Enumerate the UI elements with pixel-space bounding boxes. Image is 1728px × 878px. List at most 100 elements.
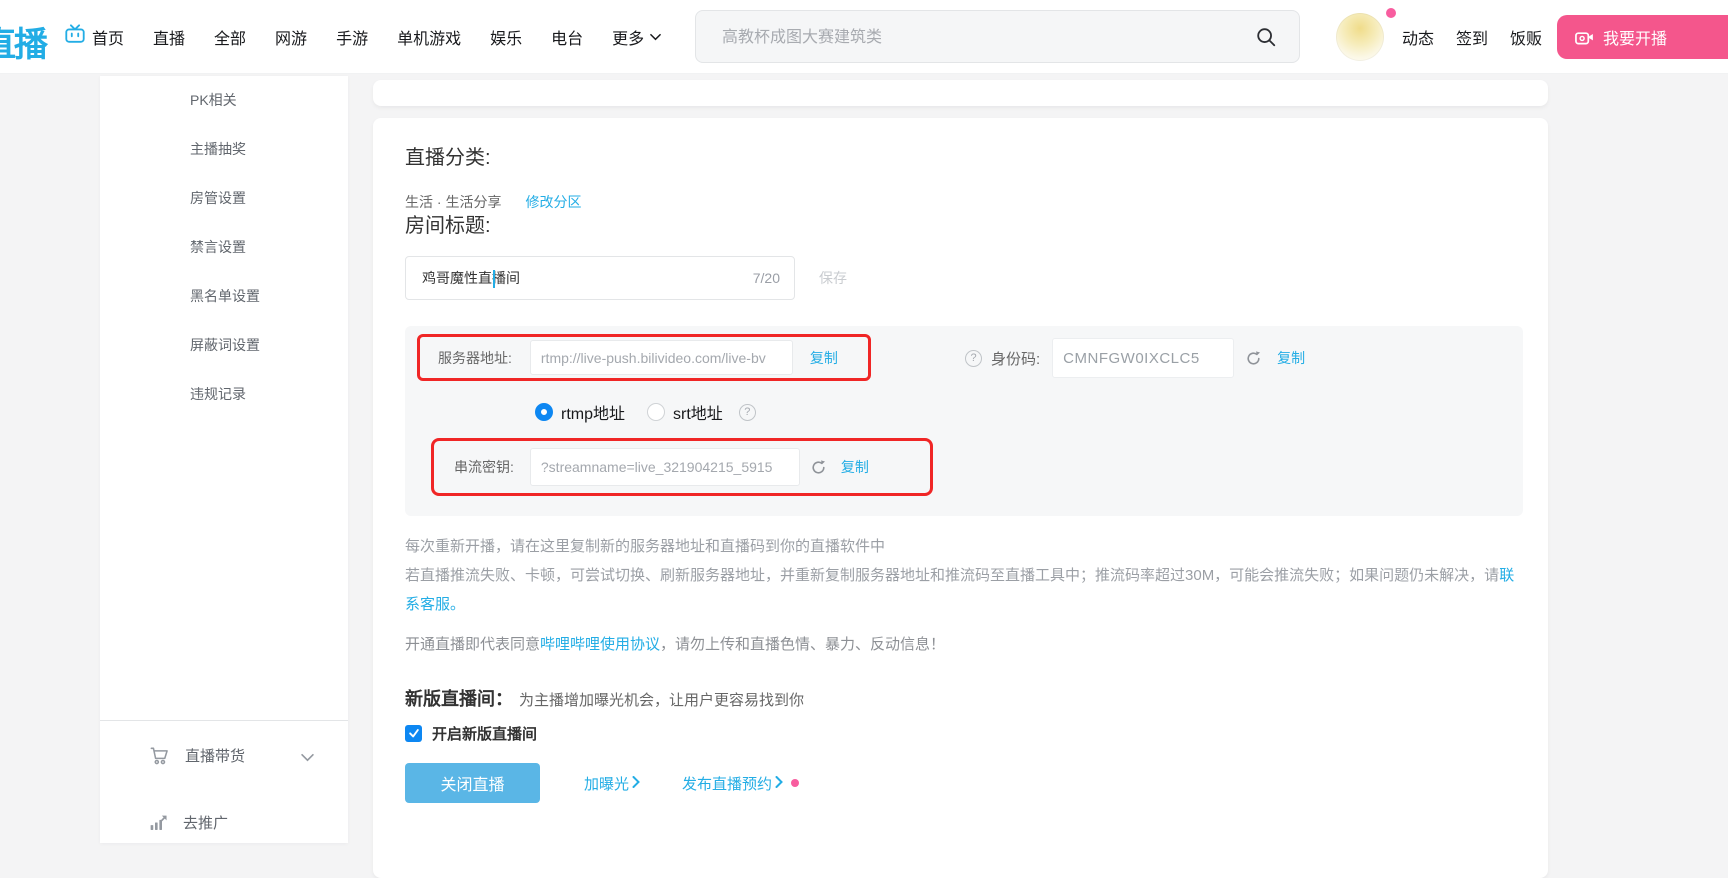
sidebar-item-blacklist[interactable]: 黑名单设置 bbox=[100, 272, 348, 321]
sidebar-item-room-admin[interactable]: 房管设置 bbox=[100, 174, 348, 223]
publish-schedule-label: 发布直播预约 bbox=[682, 773, 772, 794]
copy-stream-key-button[interactable]: 复制 bbox=[841, 457, 869, 477]
nav-item-all[interactable]: 全部 bbox=[214, 25, 246, 49]
server-address-input[interactable]: rtmp://live-push.bilivideo.com/live-bv bbox=[530, 340, 793, 375]
identity-code-input[interactable]: CMNFGW0IXCLC5 bbox=[1052, 338, 1234, 378]
stream-tips: 每次重新开播，请在这里复制新的服务器地址和直播码到你的直播软件中 若直播推流失败… bbox=[405, 532, 1516, 619]
sidebar-item-lottery[interactable]: 主播抽奖 bbox=[100, 125, 348, 174]
save-button[interactable]: 保存 bbox=[819, 268, 847, 288]
tip-text: 每次重新开播，请在这里复制新的服务器地址和直播码到你的直播软件中 bbox=[405, 538, 885, 555]
agreement-text: ，请勿上传和直播色情、暴力、反动信息！ bbox=[660, 636, 945, 653]
sidebar-item-blocked-words[interactable]: 屏蔽词设置 bbox=[100, 321, 348, 370]
help-icon-identity[interactable]: ? bbox=[965, 350, 982, 367]
chevron-down-icon bbox=[650, 28, 661, 46]
newroom-checkbox[interactable] bbox=[405, 725, 422, 742]
stream-key-value: ?streamname=live_321904215_5915 bbox=[541, 459, 773, 475]
newroom-checkbox-label[interactable]: 开启新版直播间 bbox=[432, 723, 537, 744]
live-settings-card: 直播分类: 生活 · 生活分享 修改分区 房间标题: 7/20 保存 服务器地址… bbox=[373, 118, 1548, 878]
srt-radio[interactable] bbox=[647, 403, 665, 421]
nav-item-mobilegames[interactable]: 手游 bbox=[336, 25, 368, 49]
new-feature-dot bbox=[791, 779, 799, 787]
tip-line-1: 每次重新开播，请在这里复制新的服务器地址和直播码到你的直播软件中 bbox=[405, 532, 1516, 561]
contact-support-link[interactable]: 联 bbox=[1499, 567, 1514, 584]
category-row: 生活 · 生活分享 修改分区 bbox=[405, 192, 1516, 212]
nav-item-label: 更多 bbox=[612, 25, 644, 49]
nav-item-label: 电台 bbox=[551, 25, 583, 49]
identity-code-label: 身份码: bbox=[991, 348, 1040, 369]
help-icon-stream-type[interactable]: ? bbox=[739, 404, 756, 421]
nav-item-singlegames[interactable]: 单机游戏 bbox=[397, 25, 461, 49]
avatar[interactable] bbox=[1336, 13, 1384, 61]
sidebar: PK相关 主播抽奖 房管设置 禁言设置 黑名单设置 屏蔽词设置 违规记录 直播带… bbox=[100, 76, 348, 843]
promote-chart-icon bbox=[148, 812, 169, 833]
tv-icon bbox=[64, 23, 86, 50]
add-exposure-link[interactable]: 加曝光 bbox=[584, 773, 640, 794]
nav-item-label: 手游 bbox=[336, 25, 368, 49]
copy-identity-code-button[interactable]: 复制 bbox=[1277, 348, 1305, 368]
nav-item-entertainment[interactable]: 娱乐 bbox=[490, 25, 522, 49]
refresh-identity-code-icon[interactable] bbox=[1245, 350, 1262, 367]
identity-code-value: CMNFGW0IXCLC5 bbox=[1063, 350, 1200, 367]
nav-item-more[interactable]: 更多 bbox=[612, 25, 661, 49]
start-live-label: 我要开播 bbox=[1603, 25, 1667, 49]
actions-row: 关闭直播 加曝光 发布直播预约 bbox=[405, 763, 1516, 803]
search-input[interactable] bbox=[720, 11, 1244, 64]
nav-link-checkin[interactable]: 签到 bbox=[1456, 25, 1488, 49]
server-address-highlight-box: 服务器地址: rtmp://live-push.bilivideo.com/li… bbox=[417, 334, 871, 381]
nav-item-label: 娱乐 bbox=[490, 25, 522, 49]
nav-item-label: 单机游戏 bbox=[397, 25, 461, 49]
stream-key-input[interactable]: ?streamname=live_321904215_5915 bbox=[530, 448, 800, 486]
sidebar-item-promote[interactable]: 去推广 bbox=[100, 802, 348, 842]
publish-schedule-link[interactable]: 发布直播预约 bbox=[682, 773, 799, 794]
close-live-button[interactable]: 关闭直播 bbox=[405, 763, 540, 803]
server-address-label: 服务器地址: bbox=[438, 348, 512, 368]
search-box bbox=[695, 10, 1300, 63]
user-links: 动态 签到 饭贩 bbox=[1402, 0, 1542, 73]
newroom-section: 新版直播间： 为主播增加曝光机会，让用户更容易找到你 bbox=[405, 685, 1516, 715]
nav-item-radio[interactable]: 电台 bbox=[551, 25, 583, 49]
newroom-description: 为主播增加曝光机会，让用户更容易找到你 bbox=[519, 687, 804, 715]
card-above-fragment bbox=[373, 80, 1548, 106]
rtmp-radio-label[interactable]: rtmp地址 bbox=[561, 400, 625, 424]
identity-code-group: ? 身份码: CMNFGW0IXCLC5 复制 bbox=[965, 338, 1305, 378]
srt-radio-label[interactable]: srt地址 bbox=[673, 400, 723, 424]
tip-line-2: 若直播推流失败、卡顿，可尝试切换、刷新服务器地址，并重新复制服务器地址和推流码至… bbox=[405, 561, 1516, 590]
text-caret bbox=[493, 270, 495, 288]
stream-type-radio-row: rtmp地址 srt地址 ? bbox=[535, 400, 756, 424]
nav-item-live[interactable]: 直播 bbox=[153, 25, 185, 49]
sidebar-item-pk[interactable]: PK相关 bbox=[100, 76, 348, 125]
live-camera-icon bbox=[1575, 29, 1594, 45]
chevron-down-icon bbox=[301, 749, 314, 766]
sidebar-item-commerce[interactable]: 直播带货 bbox=[100, 735, 348, 775]
bilibili-live-logo[interactable]: 直播 bbox=[0, 17, 46, 66]
sidebar-item-violations[interactable]: 违规记录 bbox=[100, 370, 348, 419]
user-agreement-link[interactable]: 哔哩哔哩使用协议 bbox=[540, 636, 660, 653]
main-nav: 首页 直播 全部 网游 手游 单机游戏 娱乐 电台 更多 bbox=[64, 0, 661, 73]
contact-support-link[interactable]: 系客服。 bbox=[405, 596, 465, 613]
nav-link-fanfan[interactable]: 饭贩 bbox=[1510, 25, 1542, 49]
nav-link-moments[interactable]: 动态 bbox=[1402, 25, 1434, 49]
sidebar-divider bbox=[100, 720, 348, 721]
nav-item-label: 网游 bbox=[275, 25, 307, 49]
top-navbar: 直播 首页 直播 全部 网游 手游 单机游戏 娱乐 电台 更多 动态 签到 饭 bbox=[0, 0, 1728, 74]
sidebar-item-label: 直播带货 bbox=[185, 745, 245, 766]
search-icon[interactable] bbox=[1255, 26, 1277, 53]
tip-line-3: 系客服。 bbox=[405, 590, 1516, 619]
notification-dot bbox=[1386, 8, 1396, 18]
rtmp-radio[interactable] bbox=[535, 403, 553, 421]
room-title-input[interactable] bbox=[420, 269, 745, 287]
nav-item-netgames[interactable]: 网游 bbox=[275, 25, 307, 49]
agreement-text: 开通直播即代表同意 bbox=[405, 636, 540, 653]
nav-item-home[interactable]: 首页 bbox=[64, 23, 124, 50]
nav-item-label: 直播 bbox=[153, 25, 185, 49]
title-char-counter: 7/20 bbox=[753, 270, 780, 286]
start-live-button[interactable]: 我要开播 bbox=[1557, 15, 1728, 59]
copy-server-address-button[interactable]: 复制 bbox=[810, 348, 838, 368]
newroom-heading: 新版直播间： bbox=[405, 685, 513, 713]
room-title-row: 7/20 保存 bbox=[405, 256, 1516, 300]
stream-key-highlight-box: 串流密钥: ?streamname=live_321904215_5915 复制 bbox=[431, 438, 933, 496]
refresh-stream-key-icon[interactable] bbox=[810, 459, 827, 476]
edit-category-link[interactable]: 修改分区 bbox=[525, 192, 581, 212]
add-exposure-label: 加曝光 bbox=[584, 773, 629, 794]
sidebar-item-mute[interactable]: 禁言设置 bbox=[100, 223, 348, 272]
